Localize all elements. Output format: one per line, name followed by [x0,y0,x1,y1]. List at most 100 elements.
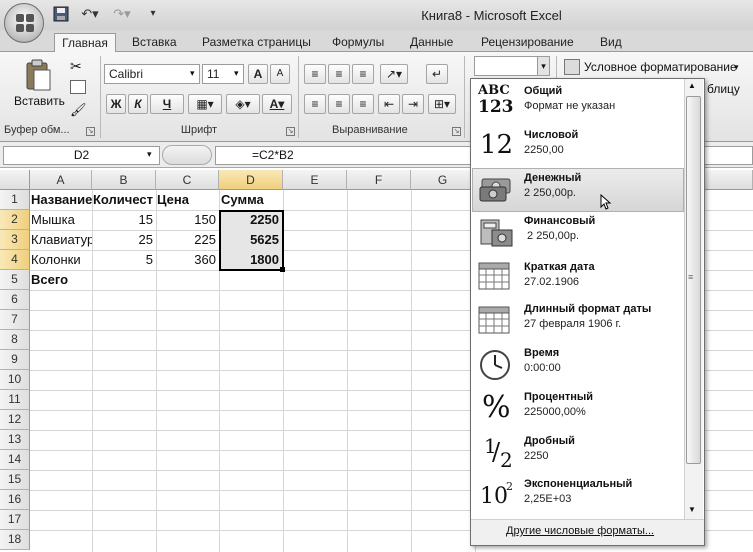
row-header[interactable]: 6 [0,290,30,310]
grow-font-button[interactable]: A [248,64,268,84]
format-scientific-item[interactable]: 10 2 Экспоненциальный 2,25E+03 [472,476,684,520]
row-header[interactable]: 2 [0,210,30,230]
align-top-icon[interactable]: ≡ [304,64,326,84]
conditional-formatting-icon[interactable] [564,59,580,75]
format-currency-item[interactable]: Денежный 2 250,00р. [472,168,684,212]
format-time-item[interactable]: Время 0:00:00 [472,344,684,388]
align-center-icon[interactable]: ≡ [328,94,350,114]
cell-a2[interactable]: Мышка [31,210,92,230]
cell-b3[interactable]: 25 [93,230,156,250]
paste-button[interactable]: Вставить [14,94,65,108]
cell-a4[interactable]: Колонки [31,250,92,270]
row-header[interactable]: 3 [0,230,30,250]
cell-a1[interactable]: Название [31,190,92,210]
font-name-box[interactable]: Calibri [104,64,200,84]
merge-center-icon[interactable]: ⊞▾ [428,94,456,114]
format-fraction-item[interactable]: 1 / 2 Дробный 2250 [472,432,684,476]
column-header-e[interactable]: E [283,170,347,190]
cell-a5[interactable]: Всего [31,270,92,290]
align-middle-icon[interactable]: ≡ [328,64,350,84]
format-number-item[interactable]: 12 Числовой 2250,00 [472,124,684,168]
font-name-dropdown-icon[interactable]: ▾ [190,68,195,79]
column-header-c[interactable]: C [156,170,219,190]
tab-insert[interactable]: Вставка [128,33,181,52]
fill-color-button[interactable]: ◈▾ [226,94,260,114]
cell-c2[interactable]: 150 [157,210,219,230]
format-short-date-item[interactable]: Краткая дата 27.02.1906 [472,256,684,300]
underline-button[interactable]: Ч [150,94,184,114]
scroll-down-icon[interactable]: ▼ [688,505,696,514]
scroll-up-icon[interactable]: ▲ [688,81,696,90]
conditional-formatting-dropdown-icon[interactable]: ▾ [734,62,739,73]
row-header[interactable]: 9 [0,350,30,370]
tab-home[interactable]: Главная [54,33,116,54]
cell-d1[interactable]: Сумма [221,190,283,210]
cell-d3[interactable]: 5625 [221,230,282,250]
cut-icon[interactable]: ✂ [70,58,86,74]
increase-indent-icon[interactable]: ⇥ [402,94,424,114]
format-accounting-item[interactable]: Финансовый 2 250,00р. [472,212,684,256]
select-all-button[interactable] [0,170,30,190]
row-header[interactable]: 12 [0,410,30,430]
cell-c4[interactable]: 360 [157,250,219,270]
row-header[interactable]: 13 [0,430,30,450]
number-format-dropdown-icon[interactable]: ▾ [537,57,549,75]
tab-formulas[interactable]: Формулы [328,33,388,52]
row-header[interactable]: 11 [0,390,30,410]
format-painter-icon[interactable]: 🖌 [70,102,87,118]
cell-a3[interactable]: Клавиатур [31,230,92,250]
font-size-dropdown-icon[interactable]: ▾ [234,68,239,79]
tab-review[interactable]: Рецензирование [477,33,578,52]
row-header[interactable]: 15 [0,470,30,490]
row-header[interactable]: 10 [0,370,30,390]
clipboard-launcher-icon[interactable]: ↘ [86,127,95,136]
conditional-formatting-button[interactable]: Условное форматирование [584,60,737,74]
wrap-text-icon[interactable]: ↵ [426,64,448,84]
font-launcher-icon[interactable]: ↘ [286,127,295,136]
cell-c1[interactable]: Цена [157,190,219,210]
row-header[interactable]: 8 [0,330,30,350]
decrease-indent-icon[interactable]: ⇤ [378,94,400,114]
bold-button[interactable]: Ж [106,94,126,114]
align-left-icon[interactable]: ≡ [304,94,326,114]
align-bottom-icon[interactable]: ≡ [352,64,374,84]
formula-bar-resize-handle[interactable] [162,145,212,165]
name-box-dropdown-icon[interactable]: ▾ [147,149,152,160]
tab-page-layout[interactable]: Разметка страницы [198,33,315,52]
alignment-launcher-icon[interactable]: ↘ [452,127,461,136]
cell-d4[interactable]: 1800 [221,250,282,270]
orientation-icon[interactable]: ↗▾ [380,64,408,84]
format-as-table-button[interactable]: блицу [707,82,740,96]
copy-icon[interactable] [70,80,86,94]
cell-c3[interactable]: 225 [157,230,219,250]
column-header-b[interactable]: B [92,170,156,190]
italic-button[interactable]: К [128,94,148,114]
row-header[interactable]: 18 [0,530,30,550]
row-header[interactable]: 1 [0,190,30,210]
row-header[interactable]: 4 [0,250,30,270]
cell-d2[interactable]: 2250 [221,210,282,230]
cell-b1[interactable]: Количест [93,190,156,210]
row-header[interactable]: 17 [0,510,30,530]
tab-data[interactable]: Данные [406,33,457,52]
cell-b2[interactable]: 15 [93,210,156,230]
row-header[interactable]: 14 [0,450,30,470]
column-header-d[interactable]: D [219,170,283,190]
paste-icon[interactable] [24,58,52,92]
row-header[interactable]: 16 [0,490,30,510]
tab-view[interactable]: Вид [596,33,626,52]
cell-b4[interactable]: 5 [93,250,156,270]
font-color-button[interactable]: A▾ [262,94,292,114]
office-button[interactable] [4,3,44,43]
format-long-date-item[interactable]: Длинный формат даты 27 февраля 1906 г. [472,300,684,344]
column-header-a[interactable]: A [30,170,92,190]
column-header-f[interactable]: F [347,170,411,190]
align-right-icon[interactable]: ≡ [352,94,374,114]
more-number-formats-link[interactable]: Другие числовые форматы... [506,525,654,537]
shrink-font-button[interactable]: A [270,64,290,84]
column-header-g[interactable]: G [411,170,475,190]
row-header[interactable]: 5 [0,270,30,290]
borders-button[interactable]: ▦▾ [188,94,222,114]
row-header[interactable]: 7 [0,310,30,330]
name-box[interactable]: D2 [3,146,160,165]
